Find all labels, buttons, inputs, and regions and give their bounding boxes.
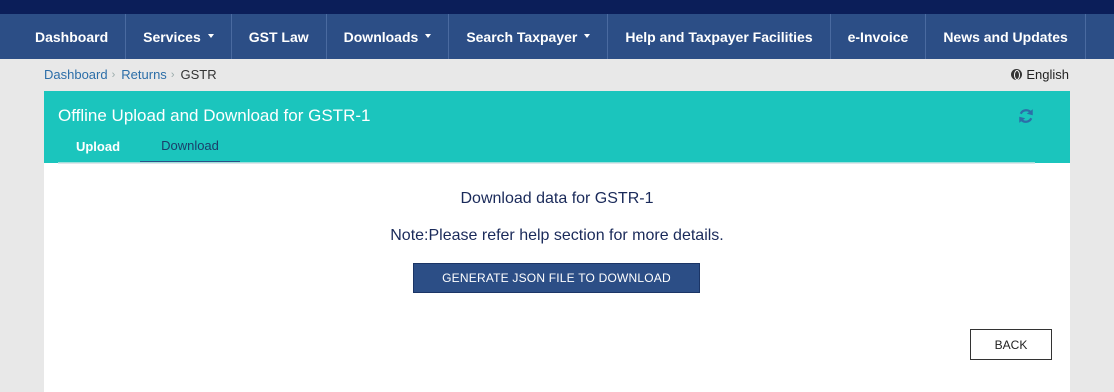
- caret-down-icon: [425, 33, 432, 38]
- nav-label: GST Law: [248, 28, 309, 45]
- chevron-right-icon: ›: [111, 68, 116, 81]
- tab-upload[interactable]: Upload: [58, 130, 138, 163]
- nav-search-taxpayer[interactable]: Search Taxpayer: [449, 14, 609, 59]
- help-note: Note:Please refer help section for more …: [390, 227, 724, 244]
- nav-downloads[interactable]: Downloads: [327, 14, 450, 59]
- nav-services[interactable]: Services: [126, 14, 232, 59]
- breadcrumb-returns[interactable]: Returns: [121, 67, 167, 82]
- content-card: Download data for GSTR-1 Note:Please ref…: [44, 163, 1070, 392]
- generate-json-button[interactable]: GENERATE JSON FILE TO DOWNLOAD: [413, 263, 700, 293]
- breadcrumb-current: GSTR: [180, 67, 217, 82]
- nav-label: e-Invoice: [847, 28, 909, 45]
- language-selector[interactable]: English: [1011, 67, 1069, 82]
- top-strip: [0, 0, 1114, 14]
- panel-header: Offline Upload and Download for GSTR-1 U…: [44, 91, 1070, 163]
- nav-label: News and Updates: [943, 28, 1068, 45]
- main-navbar: Dashboard Services GST Law Downloads Sea…: [0, 14, 1114, 59]
- nav-label: Help and Taxpayer Facilities: [625, 28, 813, 45]
- nav-dashboard[interactable]: Dashboard: [0, 14, 127, 59]
- refresh-icon[interactable]: [1017, 107, 1035, 125]
- caret-down-icon: [207, 33, 214, 38]
- nav-label: Search Taxpayer: [466, 28, 578, 45]
- nav-label: Services: [143, 28, 201, 45]
- breadcrumb: Dashboard › Returns › GSTR: [44, 67, 217, 82]
- nav-e-invoice[interactable]: e-Invoice: [831, 14, 927, 59]
- nav-help-facilities[interactable]: Help and Taxpayer Facilities: [608, 14, 831, 59]
- download-heading: Download data for GSTR-1: [460, 190, 654, 207]
- nav-news-updates[interactable]: News and Updates: [926, 14, 1086, 59]
- nav-label: Downloads: [343, 28, 419, 45]
- caret-down-icon: [584, 33, 591, 38]
- back-button[interactable]: BACK: [970, 329, 1052, 360]
- nav-label: Dashboard: [35, 28, 109, 45]
- nav-gst-law[interactable]: GST Law: [232, 14, 327, 59]
- chevron-right-icon: ›: [170, 68, 175, 81]
- divider: [58, 163, 1035, 164]
- tab-download[interactable]: Download: [140, 130, 240, 163]
- breadcrumb-dashboard[interactable]: Dashboard: [44, 67, 108, 82]
- globe-icon: [1011, 69, 1023, 80]
- language-label: English: [1026, 67, 1069, 82]
- page-title: Offline Upload and Download for GSTR-1: [58, 106, 371, 125]
